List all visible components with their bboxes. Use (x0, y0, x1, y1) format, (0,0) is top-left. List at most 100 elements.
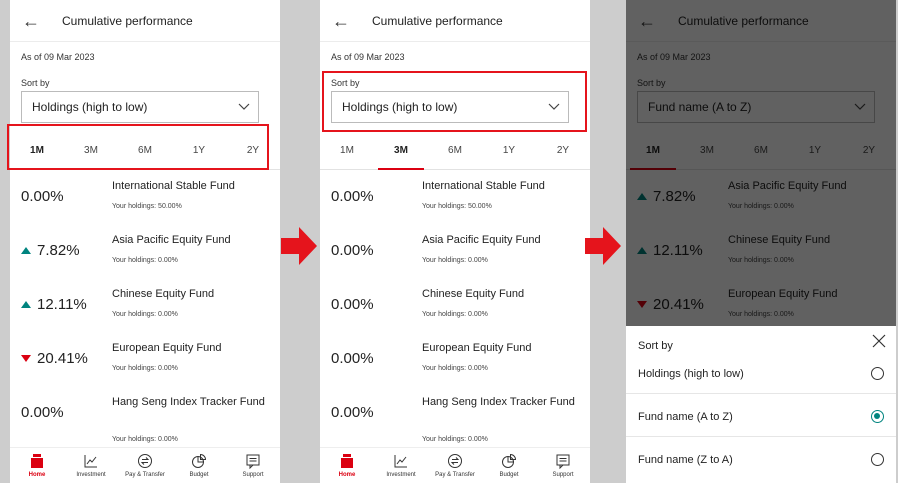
sort-bottom-sheet: Sort by Holdings (high to low) Fund name (… (626, 326, 896, 483)
fund-list: 0.00% International Stable Fund Your holdi… (10, 170, 280, 450)
sort-select[interactable]: Holdings (high to low) (21, 91, 259, 123)
performance-pct: 0.00% (21, 404, 64, 421)
sort-option[interactable]: Fund name (A to Z) (626, 397, 896, 437)
performance-value: 0.00% (21, 188, 64, 205)
fund-row[interactable]: 0.00% Hang Seng Index Tracker Fund Your ho… (10, 386, 280, 450)
up-arrow-icon (21, 301, 31, 308)
nav-label: Budget (189, 472, 209, 478)
fund-name: International Stable Fund (422, 180, 545, 192)
fund-name: European Equity Fund (112, 342, 222, 354)
nav-label: Support (242, 472, 264, 478)
performance-value: 0.00% (331, 242, 374, 259)
fund-holdings: Your holdings: 0.00% (112, 365, 178, 372)
performance-pct: 0.00% (331, 404, 374, 421)
fund-row[interactable]: 12.11% Chinese Equity Fund Your holdings: … (10, 278, 280, 332)
fund-row[interactable]: 7.82% Asia Pacific Equity Fund Your holdin… (10, 224, 280, 278)
fund-row[interactable]: 20.41% European Equity Fund Your holdings:… (10, 332, 280, 386)
nav-label: Investment (76, 472, 106, 478)
performance-value: 0.00% (331, 404, 374, 421)
performance-pct: 0.00% (331, 188, 374, 205)
fund-row[interactable]: 0.00% European Equity Fund Your holdings: … (320, 332, 590, 386)
radio-button[interactable] (871, 453, 884, 466)
tab-6m[interactable]: 6M (428, 132, 482, 169)
sort-by-label: Sort by (21, 78, 50, 88)
performance-value: 0.00% (21, 404, 64, 421)
radio-button[interactable] (871, 367, 884, 380)
nav-investment[interactable]: Investment (374, 448, 428, 483)
fund-list: 0.00% International Stable Fund Your holdi… (320, 170, 590, 450)
fund-name: Asia Pacific Equity Fund (422, 234, 541, 246)
sort-select-value: Holdings (high to low) (32, 100, 148, 114)
home-icon (10, 452, 64, 470)
nav-budget[interactable]: Budget (172, 448, 226, 483)
tab-2y[interactable]: 2Y (536, 132, 590, 169)
nav-home[interactable]: Home (10, 448, 64, 483)
chevron-down-icon (238, 103, 250, 111)
sheet-title: Sort by (638, 340, 673, 352)
performance-pct: 0.00% (331, 350, 374, 367)
nav-home[interactable]: Home (320, 448, 374, 483)
tab-1y[interactable]: 1Y (482, 132, 536, 169)
sort-option-label: Holdings (high to low) (638, 368, 744, 380)
fund-name: Asia Pacific Equity Fund (112, 234, 231, 246)
top-bar: ← Cumulative performance (10, 0, 280, 42)
bottom-nav: Home Investment Pay & Transfer Budget Suppor… (10, 447, 280, 483)
fund-row[interactable]: 0.00% Hang Seng Index Tracker Fund Your ho… (320, 386, 590, 450)
performance-value: 0.00% (331, 350, 374, 367)
performance-value: 7.82% (21, 242, 80, 259)
nav-support[interactable]: Support (536, 448, 590, 483)
performance-pct: 0.00% (331, 296, 374, 313)
home-icon (320, 452, 374, 470)
back-arrow-icon[interactable]: ← (22, 12, 48, 30)
back-arrow-icon[interactable]: ← (332, 12, 358, 30)
nav-support[interactable]: Support (226, 448, 280, 483)
fund-row[interactable]: 0.00% Chinese Equity Fund Your holdings: 0… (320, 278, 590, 332)
nav-investment[interactable]: Investment (64, 448, 118, 483)
nav-label: Pay & Transfer (125, 472, 165, 478)
fund-holdings: Your holdings: 0.00% (112, 257, 178, 264)
as-of-date: As of 09 Mar 2023 (331, 52, 405, 62)
chart-icon (64, 452, 118, 470)
screen-1: ← Cumulative performance As of 09 Mar 2023… (10, 0, 280, 483)
up-arrow-icon (21, 247, 31, 254)
fund-holdings: Your holdings: 50.00% (112, 203, 182, 210)
performance-value: 0.00% (331, 188, 374, 205)
nav-label: Home (28, 472, 46, 478)
fund-name: Hang Seng Index Tracker Fund (422, 396, 575, 408)
transfer-icon (118, 452, 172, 470)
step-arrow-2 (585, 227, 621, 265)
nav-pay-transfer[interactable]: Pay & Transfer (428, 448, 482, 483)
fund-holdings: Your holdings: 0.00% (422, 365, 488, 372)
performance-value: 0.00% (331, 296, 374, 313)
nav-budget[interactable]: Budget (482, 448, 536, 483)
fund-row[interactable]: 0.00% Asia Pacific Equity Fund Your holdin… (320, 224, 590, 278)
top-bar: ← Cumulative performance (320, 0, 590, 42)
fund-row[interactable]: 0.00% International Stable Fund Your holdi… (10, 170, 280, 224)
sort-option[interactable]: Holdings (high to low) (626, 354, 896, 394)
tab-3m[interactable]: 3M (374, 132, 428, 170)
fund-name: Hang Seng Index Tracker Fund (112, 396, 265, 408)
fund-holdings: Your holdings: 0.00% (422, 311, 488, 318)
performance-pct: 7.82% (37, 242, 80, 259)
sort-option[interactable]: Fund name (Z to A) (626, 440, 896, 480)
fund-name: Chinese Equity Fund (422, 288, 525, 300)
sort-option-label: Fund name (A to Z) (638, 411, 733, 423)
radio-button[interactable] (871, 410, 884, 423)
performance-value: 12.11% (21, 296, 87, 313)
nav-label: Support (552, 472, 574, 478)
tab-1m[interactable]: 1M (320, 132, 374, 169)
transfer-icon (428, 452, 482, 470)
performance-pct: 0.00% (331, 242, 374, 259)
chart-icon (374, 452, 428, 470)
screen-3: ←Cumulative performanceAs of 09 Mar 2023… (626, 0, 896, 483)
nav-label: Home (338, 472, 356, 478)
nav-pay-transfer[interactable]: Pay & Transfer (118, 448, 172, 483)
support-icon (226, 452, 280, 470)
fund-holdings: Your holdings: 0.00% (422, 436, 488, 443)
close-icon[interactable] (872, 334, 886, 353)
page-title: Cumulative performance (62, 13, 193, 28)
highlight-tabs (7, 124, 269, 170)
fund-row[interactable]: 0.00% International Stable Fund Your holdi… (320, 170, 590, 224)
fund-name: International Stable Fund (112, 180, 235, 192)
down-arrow-icon (21, 355, 31, 362)
